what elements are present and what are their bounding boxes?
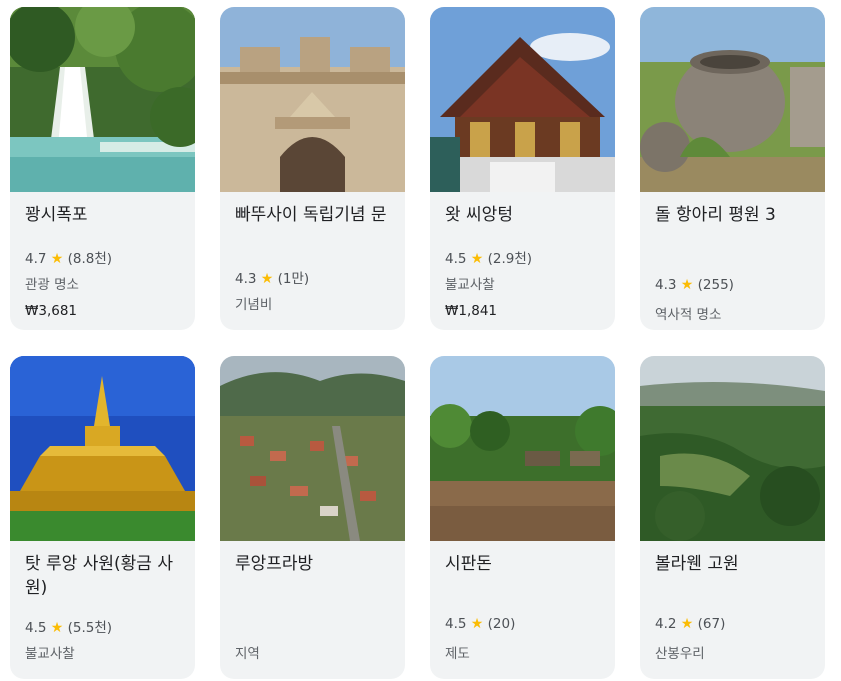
rating-value: 4.7 [25, 251, 47, 267]
places-grid: 꽝시폭포 4.7 ★ (8.8천) 관광 명소 ₩3,681 빠뚜사이 독립기념… [0, 0, 841, 681]
place-name: 꽝시폭포 [25, 205, 88, 225]
place-category: 산봉우리 [655, 646, 705, 662]
place-photo[interactable] [10, 356, 195, 541]
rating-value: 4.3 [235, 271, 257, 287]
place-photo[interactable] [430, 356, 615, 541]
rating-value: 4.5 [445, 251, 467, 267]
place-card-kuang-si-falls[interactable]: 꽝시폭포 4.7 ★ (8.8천) 관광 명소 ₩3,681 [10, 7, 195, 330]
place-name: 루앙프라방 [235, 554, 314, 574]
place-photo[interactable] [430, 7, 615, 192]
place-name: 왓 씨앙텅 [445, 205, 513, 225]
review-count: (2.9천) [487, 251, 533, 267]
star-icon: ★ [680, 277, 694, 293]
rating-value: 4.5 [25, 620, 47, 636]
star-icon: ★ [50, 251, 64, 267]
rating-row: 4.7 ★ (8.8천) [25, 247, 112, 267]
rating-row: 4.2 ★ (67) [655, 616, 725, 632]
place-photo[interactable] [640, 7, 825, 192]
place-card-patuxai[interactable]: 빠뚜사이 독립기념 문 4.3 ★ (1만) 기념비 [220, 7, 405, 330]
place-name: 탓 루앙 사원(황금 사원) [25, 554, 173, 598]
rating-row: 4.5 ★ (5.5천) [25, 616, 112, 636]
review-count: (67) [697, 616, 726, 632]
rating-value: 4.5 [445, 616, 467, 632]
place-category: 기념비 [235, 297, 273, 313]
rating-row: 4.3 ★ (1만) [235, 267, 309, 287]
ticket-price: ₩3,681 [25, 303, 77, 319]
place-card-si-phan-don[interactable]: 시판돈 4.5 ★ (20) 제도 [430, 356, 615, 679]
star-icon: ★ [680, 616, 694, 632]
rating-value: 4.3 [655, 277, 677, 293]
review-count: (8.8천) [67, 251, 113, 267]
place-card-plain-of-jars[interactable]: 돌 항아리 평원 3 4.3 ★ (255) 역사적 명소 [640, 7, 825, 330]
place-photo[interactable] [10, 7, 195, 192]
star-icon: ★ [260, 271, 274, 287]
place-name: 돌 항아리 평원 3 [655, 205, 776, 225]
review-count: (20) [487, 616, 516, 632]
review-count: (5.5천) [67, 620, 113, 636]
star-icon: ★ [470, 616, 484, 632]
place-category: 지역 [235, 646, 260, 662]
place-photo[interactable] [220, 7, 405, 192]
place-name: 볼라웬 고원 [655, 554, 739, 574]
ticket-price: ₩1,841 [445, 303, 497, 319]
review-count: (1만) [277, 271, 310, 287]
place-card-luang-prabang[interactable]: 루앙프라방 지역 [220, 356, 405, 679]
rating-row: 4.5 ★ (2.9천) [445, 247, 532, 267]
review-count: (255) [697, 277, 734, 293]
place-card-wat-xieng-thong[interactable]: 왓 씨앙텅 4.5 ★ (2.9천) 불교사찰 ₩1,841 [430, 7, 615, 330]
place-name: 시판돈 [445, 554, 492, 574]
place-name: 빠뚜사이 독립기념 문 [235, 205, 387, 225]
rating-row: 4.5 ★ (20) [445, 616, 515, 632]
place-photo[interactable] [220, 356, 405, 541]
place-category: 불교사찰 [25, 646, 75, 662]
rating-value: 4.2 [655, 616, 677, 632]
place-category: 불교사찰 [445, 277, 495, 293]
rating-row: 4.3 ★ (255) [655, 277, 734, 293]
place-category: 역사적 명소 [655, 307, 722, 323]
star-icon: ★ [470, 251, 484, 267]
place-card-bolaven-plateau[interactable]: 볼라웬 고원 4.2 ★ (67) 산봉우리 [640, 356, 825, 679]
star-icon: ★ [50, 620, 64, 636]
place-category: 관광 명소 [25, 277, 79, 293]
place-category: 제도 [445, 646, 470, 662]
place-card-pha-that-luang[interactable]: 탓 루앙 사원(황금 사원) 4.5 ★ (5.5천) 불교사찰 [10, 356, 195, 679]
place-photo[interactable] [640, 356, 825, 541]
